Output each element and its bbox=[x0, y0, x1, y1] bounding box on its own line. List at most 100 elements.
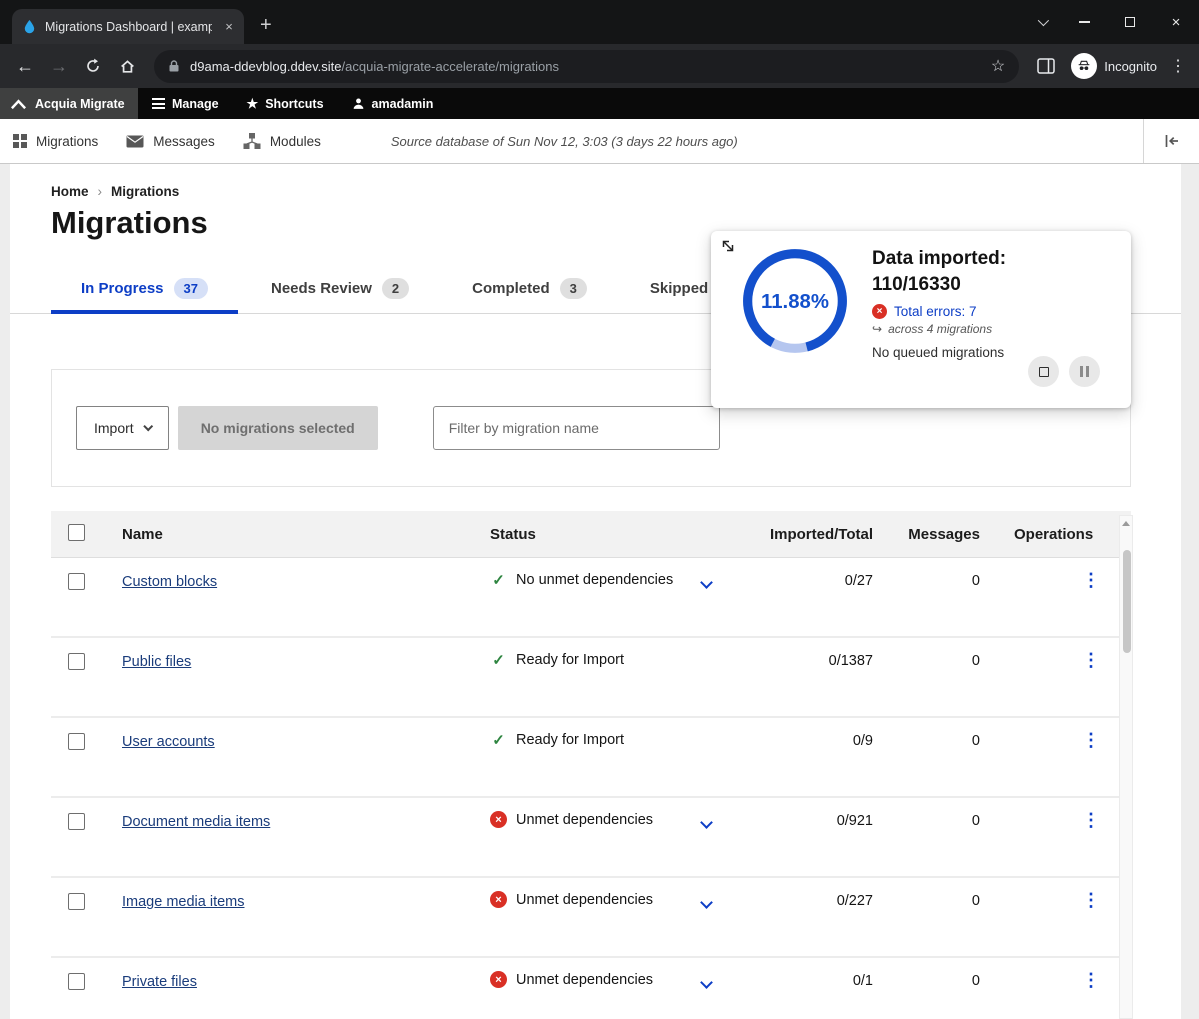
home-icon[interactable] bbox=[110, 49, 144, 83]
bookmark-star-icon[interactable]: ☆ bbox=[991, 56, 1005, 76]
col-header-messages: Messages bbox=[908, 526, 980, 543]
table-body: Custom blocks ✓ No unmet dependencies 0/… bbox=[51, 558, 1131, 1019]
row-operations-kebab-icon[interactable]: ⋮ bbox=[1082, 651, 1100, 671]
browser-menu-kebab-icon[interactable]: ⋮ bbox=[1165, 56, 1191, 76]
chevron-down-icon bbox=[143, 421, 153, 431]
forward-icon[interactable]: → bbox=[42, 49, 76, 83]
table-row: Custom blocks ✓ No unmet dependencies 0/… bbox=[51, 558, 1131, 638]
select-all-checkbox[interactable] bbox=[68, 524, 85, 541]
imported-total-value: 0/1387 bbox=[829, 638, 873, 669]
total-errors-link[interactable]: Total errors: 7 bbox=[894, 304, 977, 319]
messages-count: 0 bbox=[972, 798, 980, 829]
status-icon: × bbox=[490, 891, 507, 908]
imported-total-value: 0/9 bbox=[853, 718, 873, 749]
breadcrumb-home-link[interactable]: Home bbox=[51, 184, 89, 199]
window-minimize-button[interactable] bbox=[1061, 0, 1107, 44]
tab-needs-review[interactable]: Needs Review 2 bbox=[241, 265, 439, 314]
shortcuts-menu-item[interactable]: ★ Shortcuts bbox=[233, 88, 338, 119]
migration-name-link[interactable]: Image media items bbox=[122, 894, 245, 910]
row-operations-kebab-icon[interactable]: ⋮ bbox=[1082, 891, 1100, 911]
row-operations-kebab-icon[interactable]: ⋮ bbox=[1082, 571, 1100, 591]
chevron-down-icon[interactable] bbox=[700, 576, 713, 589]
tab-completed[interactable]: Completed 3 bbox=[442, 265, 617, 314]
row-checkbox[interactable] bbox=[68, 893, 85, 910]
messages-count: 0 bbox=[972, 718, 980, 749]
browser-tab[interactable]: Migrations Dashboard | example × bbox=[12, 9, 244, 44]
status-icon: ✓ bbox=[490, 731, 507, 748]
row-operations-kebab-icon[interactable]: ⋮ bbox=[1082, 731, 1100, 751]
modules-nav-item[interactable]: Modules bbox=[229, 133, 335, 149]
window-maximize-button[interactable] bbox=[1107, 0, 1153, 44]
row-checkbox[interactable] bbox=[68, 653, 85, 670]
stop-icon bbox=[1039, 367, 1049, 377]
browser-tabstrip: Migrations Dashboard | example × + × bbox=[0, 0, 1199, 44]
acquia-migrate-brand[interactable]: Acquia Migrate bbox=[0, 88, 138, 119]
tab-label: In Progress bbox=[81, 280, 164, 297]
acquia-logo-icon bbox=[10, 98, 27, 110]
reload-icon[interactable] bbox=[76, 49, 110, 83]
across-migrations-note: across 4 migrations bbox=[888, 322, 992, 336]
status-text: Unmet dependencies bbox=[516, 892, 653, 908]
imported-total-value: 0/27 bbox=[845, 558, 873, 589]
filter-migration-input[interactable] bbox=[433, 406, 720, 450]
error-icon: × bbox=[872, 304, 887, 319]
lock-icon bbox=[168, 59, 180, 73]
row-checkbox[interactable] bbox=[68, 973, 85, 990]
migration-name-link[interactable]: Private files bbox=[122, 974, 197, 990]
incognito-label: Incognito bbox=[1104, 59, 1157, 74]
tab-label: Skipped bbox=[650, 280, 708, 297]
tab-favicon-icon bbox=[22, 19, 37, 34]
breadcrumb-current: Migrations bbox=[111, 184, 179, 199]
migration-name-link[interactable]: Document media items bbox=[122, 814, 270, 830]
resize-handle-icon[interactable] bbox=[720, 238, 736, 254]
tab-close-icon[interactable]: × bbox=[220, 18, 238, 36]
migration-name-link[interactable]: Custom blocks bbox=[122, 574, 217, 590]
migration-name-link[interactable]: Public files bbox=[122, 654, 191, 670]
imported-total-value: 0/921 bbox=[837, 798, 873, 829]
browser-toolbar: ← → d9ama-ddevblog.ddev.site/acquia-migr… bbox=[0, 44, 1199, 88]
row-operations-kebab-icon[interactable]: ⋮ bbox=[1082, 811, 1100, 831]
row-operations-kebab-icon[interactable]: ⋮ bbox=[1082, 971, 1100, 991]
side-panel-icon[interactable] bbox=[1029, 49, 1063, 83]
scrollbar-up-arrow-icon[interactable] bbox=[1120, 516, 1132, 531]
window-close-button[interactable]: × bbox=[1153, 0, 1199, 44]
messages-nav-item[interactable]: Messages bbox=[112, 134, 229, 149]
scrollbar-thumb[interactable] bbox=[1123, 550, 1131, 653]
row-checkbox[interactable] bbox=[68, 573, 85, 590]
user-account-menu-item[interactable]: amadamin bbox=[338, 88, 448, 119]
col-header-status: Status bbox=[490, 526, 760, 543]
imported-total-value: 0/1 bbox=[853, 958, 873, 989]
star-icon: ★ bbox=[247, 96, 259, 112]
tab-in-progress[interactable]: In Progress 37 bbox=[51, 265, 238, 314]
migrations-nav-item[interactable]: Migrations bbox=[0, 134, 112, 149]
chevron-down-icon[interactable] bbox=[700, 976, 713, 989]
address-bar[interactable]: d9ama-ddevblog.ddev.site/acquia-migrate-… bbox=[154, 50, 1019, 83]
stop-button[interactable] bbox=[1028, 356, 1059, 387]
collapse-arrow-icon bbox=[1164, 134, 1180, 148]
messages-count: 0 bbox=[972, 638, 980, 669]
messages-count: 0 bbox=[972, 558, 980, 589]
chevron-down-icon[interactable] bbox=[700, 816, 713, 829]
chevron-down-icon[interactable] bbox=[700, 896, 713, 909]
status-icon: × bbox=[490, 811, 507, 828]
collapse-toolbar-button[interactable] bbox=[1143, 119, 1199, 163]
row-checkbox[interactable] bbox=[68, 813, 85, 830]
redirect-arrow-icon: ↪ bbox=[872, 322, 882, 336]
table-scrollbar[interactable] bbox=[1119, 515, 1133, 1019]
tab-title: Migrations Dashboard | example bbox=[45, 20, 212, 34]
back-icon[interactable]: ← bbox=[8, 49, 42, 83]
modules-icon bbox=[243, 133, 261, 149]
no-migrations-selected-button[interactable]: No migrations selected bbox=[178, 406, 378, 450]
tab-search-icon[interactable] bbox=[1023, 0, 1061, 44]
row-checkbox[interactable] bbox=[68, 733, 85, 750]
import-dropdown-button[interactable]: Import bbox=[76, 406, 169, 450]
new-tab-button[interactable]: + bbox=[260, 15, 272, 35]
manage-menu-item[interactable]: Manage bbox=[138, 88, 233, 119]
status-text: Ready for Import bbox=[516, 652, 624, 668]
pause-button[interactable] bbox=[1069, 356, 1100, 387]
progress-ring: 11.88% bbox=[739, 245, 851, 357]
messages-count: 0 bbox=[972, 878, 980, 909]
tab-label: Completed bbox=[472, 280, 550, 297]
migration-name-link[interactable]: User accounts bbox=[122, 734, 215, 750]
table-row: User accounts ✓ Ready for Import 0/9 0 ⋮ bbox=[51, 718, 1131, 798]
